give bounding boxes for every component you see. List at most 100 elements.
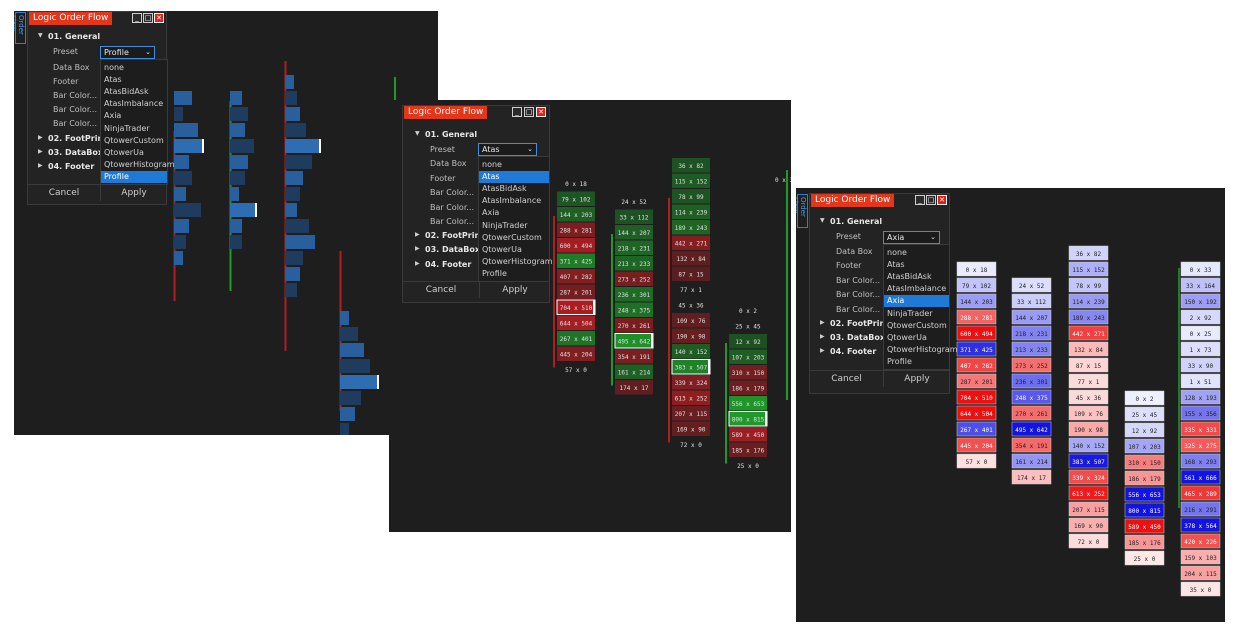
preset-option[interactable]: QtowerUa <box>101 147 167 159</box>
footprint-cell-label: 213 x 233 <box>1015 347 1048 354</box>
footprint-cell-label: 0 x 33 <box>1190 267 1212 274</box>
preset-option[interactable]: none <box>479 159 549 171</box>
volume-bar <box>340 359 370 373</box>
footprint-cell-label: 407 x 282 <box>960 363 993 370</box>
footprint-cell-label: 287 x 201 <box>560 290 593 297</box>
footprint-cell-label: 704 x 510 <box>560 305 593 312</box>
preset-option[interactable]: QtowerHistogram <box>101 159 175 171</box>
preset-option[interactable]: NinjaTrader <box>479 220 549 232</box>
preset-option[interactable]: Profile <box>101 170 167 183</box>
close-icon[interactable]: ✕ <box>536 107 546 117</box>
footprint-cell-label: 109 x 76 <box>677 318 706 325</box>
footprint-cell-label: 150 x 192 <box>1184 299 1217 306</box>
footprint-cell-label: 0 x 25 <box>1190 331 1212 338</box>
close-icon[interactable]: ✕ <box>154 13 164 23</box>
order-flow-side-tab[interactable]: Order Flow <box>796 194 808 228</box>
preset-select[interactable]: Atas ⌄ <box>478 143 537 156</box>
preset-option[interactable]: Atas <box>101 74 167 86</box>
preset-option[interactable]: Profile <box>884 356 949 368</box>
preset-option[interactable]: Atas <box>479 171 549 184</box>
expand-right-icon: ▶ <box>415 245 420 252</box>
preset-option[interactable]: QtowerUa <box>884 332 949 344</box>
preset-dropdown[interactable]: none Atas AtasBidAsk AtasImbalance Axia Ninja… <box>883 244 958 370</box>
footprint-cell-label: 644 x 504 <box>560 321 593 328</box>
footprint-cell-label: 25 x 0 <box>1134 556 1156 563</box>
preset-option[interactable]: AtasImbalance <box>101 98 167 110</box>
preset-option[interactable]: QtowerCustom <box>884 320 949 332</box>
preset-select[interactable]: Axia ⌄ <box>883 231 940 244</box>
footprint-cell-label: 189 x 243 <box>675 225 708 232</box>
footprint-cell-label: 495 x 642 <box>1015 427 1048 434</box>
footprint-cell-label: 140 x 152 <box>675 349 708 356</box>
volume-bar <box>230 203 257 217</box>
footprint-cell-label: 107 x 203 <box>1128 444 1161 451</box>
footprint-cell-label: 12 x 92 <box>1132 428 1158 435</box>
cancel-button[interactable]: Cancel <box>28 185 100 201</box>
preset-dropdown[interactable]: none Atas AtasBidAsk AtasImbalance Axia Ninja… <box>478 156 553 282</box>
maximize-icon[interactable]: □ <box>926 195 936 205</box>
settings-window: Logic Order Flow _ □ ✕ ▼ 01. General Pres… <box>27 11 175 205</box>
preset-option[interactable]: QtowerHistogram <box>479 256 553 268</box>
window-title: Logic Order Flow <box>29 12 113 25</box>
expand-down-icon: ▼ <box>38 32 43 39</box>
cancel-button[interactable]: Cancel <box>810 371 883 387</box>
footprint-cell-label: 556 x 653 <box>1128 492 1161 499</box>
poc-marker <box>651 333 653 348</box>
preset-option[interactable]: Axia <box>479 207 549 219</box>
footprint-cell-label: 0 x 18 <box>966 267 988 274</box>
minimize-icon[interactable]: _ <box>512 107 522 117</box>
preset-option[interactable]: AtasBidAsk <box>101 86 167 98</box>
footprint-cell-label: 465 x 289 <box>1184 491 1217 498</box>
footprint-cell-label: 0 x 33 <box>775 177 791 184</box>
preset-option[interactable]: QtowerCustom <box>101 135 167 147</box>
volume-bar <box>230 219 242 233</box>
preset-option[interactable]: none <box>884 247 949 259</box>
window-titlebar[interactable]: Logic Order Flow _ □ ✕ <box>403 106 549 119</box>
close-icon[interactable]: ✕ <box>937 195 947 205</box>
apply-button[interactable]: Apply <box>479 282 550 298</box>
order-flow-side-tab[interactable]: Order Flow <box>14 12 26 44</box>
volume-bar <box>340 327 358 341</box>
apply-button[interactable]: Apply <box>883 371 950 387</box>
window-titlebar[interactable]: Logic Order Flow _ □ ✕ <box>810 194 949 207</box>
preset-option[interactable]: NinjaTrader <box>101 123 167 135</box>
footprint-cell-label: 213 x 233 <box>618 261 651 268</box>
preset-option[interactable]: QtowerHistogram <box>884 344 958 356</box>
preset-option[interactable]: none <box>101 62 167 74</box>
minimize-icon[interactable]: _ <box>915 195 925 205</box>
preset-option[interactable]: NinjaTrader <box>884 308 949 320</box>
volume-bar <box>285 235 315 249</box>
maximize-icon[interactable]: □ <box>524 107 534 117</box>
preset-option[interactable]: Axia <box>101 110 167 122</box>
maximize-icon[interactable]: □ <box>143 13 153 23</box>
cancel-button[interactable]: Cancel <box>403 282 479 298</box>
preset-select[interactable]: Profile ⌄ <box>100 46 155 59</box>
footprint-cell-label: 248 x 375 <box>1015 395 1048 402</box>
footprint-cell-label: 190 x 98 <box>1074 427 1103 434</box>
volume-bar <box>174 155 189 169</box>
preset-option[interactable]: AtasBidAsk <box>479 183 549 195</box>
window-titlebar[interactable]: Logic Order Flow _ □ ✕ <box>28 12 166 25</box>
footprint-cell-label: 267 x 401 <box>560 336 593 343</box>
preset-option[interactable]: Axia <box>884 295 949 308</box>
preset-option[interactable]: Atas <box>884 259 949 271</box>
preset-option[interactable]: AtasImbalance <box>884 283 949 295</box>
footprint-cell-label: 25 x 45 <box>1132 412 1158 419</box>
minimize-icon[interactable]: _ <box>132 13 142 23</box>
preset-option[interactable]: AtasImbalance <box>479 195 549 207</box>
footprint-cell-label: 185 x 176 <box>1128 540 1161 547</box>
preset-dropdown[interactable]: none Atas AtasBidAsk AtasImbalance Axia Ninja… <box>100 59 175 185</box>
preset-option[interactable]: AtasBidAsk <box>884 271 949 283</box>
volume-bar <box>285 251 303 265</box>
volume-bar <box>174 91 192 105</box>
footprint-cell-label: 556 x 653 <box>732 401 765 408</box>
footprint-cell-label: 0 x 18 <box>565 181 587 188</box>
apply-button[interactable]: Apply <box>100 185 167 201</box>
footprint-cell-label: 155 x 356 <box>1184 411 1217 418</box>
volume-bar <box>285 203 297 217</box>
preset-option[interactable]: QtowerCustom <box>479 232 549 244</box>
preset-option[interactable]: Profile <box>479 268 549 280</box>
preset-option[interactable]: QtowerUa <box>479 244 549 256</box>
volume-bar <box>174 123 198 137</box>
footprint-cell-label: 561 x 666 <box>1184 475 1217 482</box>
